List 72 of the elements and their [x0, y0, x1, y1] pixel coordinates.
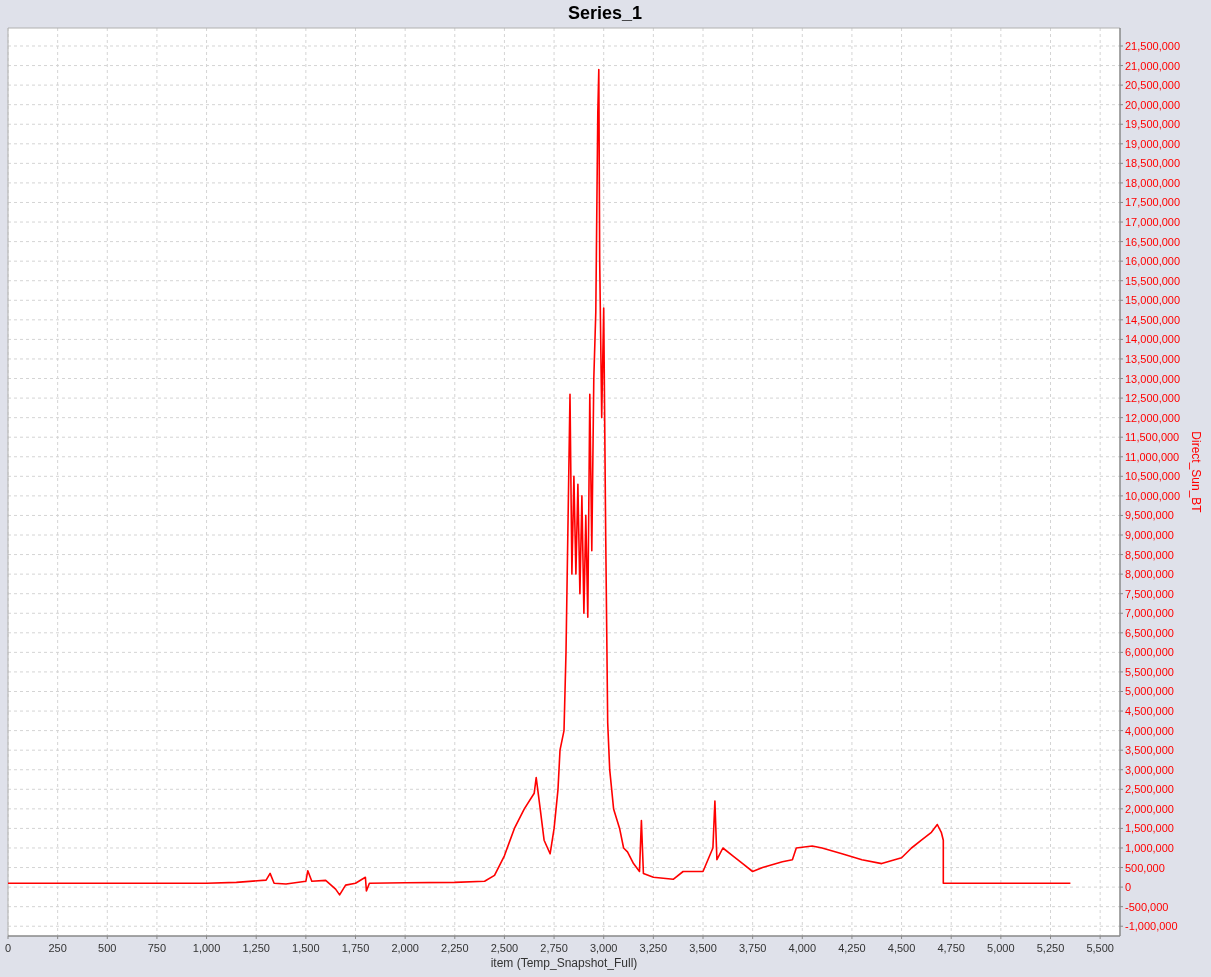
y-tick-label: 18,500,000: [1125, 157, 1181, 170]
y-tick-label: 4,500,000: [1125, 705, 1174, 718]
x-tick-label: 5,000: [987, 942, 1015, 954]
y-tick-label: 0: [1125, 881, 1132, 894]
y-tick-label: 2,000,000: [1125, 802, 1174, 815]
y-tick-label: 8,500,000: [1125, 548, 1174, 561]
x-tick-label: 4,250: [838, 942, 866, 954]
y-tick-label: 21,000,000: [1125, 59, 1181, 72]
y-tick-label: 7,000,000: [1125, 607, 1174, 620]
x-tick-label: 3,500: [689, 942, 717, 954]
y-tick-label: 500,000: [1125, 861, 1165, 874]
x-tick-label: 1,250: [242, 942, 270, 954]
x-axis-title: item (Temp_Snapshot_Full): [490, 956, 638, 970]
x-tick-label: 5,500: [1086, 942, 1114, 954]
y-tick-label: 3,000,000: [1125, 763, 1174, 776]
y-tick-label: 17,000,000: [1125, 216, 1181, 229]
y-tick-label: 19,000,000: [1125, 137, 1181, 150]
y-tick-label: 10,500,000: [1125, 470, 1181, 483]
x-tick-label: 1,500: [292, 942, 320, 954]
y-tick-label: 13,000,000: [1125, 372, 1181, 385]
y-tick-label: 16,000,000: [1125, 255, 1181, 268]
x-tick-label: 5,250: [1036, 942, 1065, 954]
x-tick-label: 2,500: [490, 942, 519, 954]
x-tick-label: 4,000: [788, 942, 817, 954]
y-tick-label: 9,500,000: [1125, 509, 1174, 522]
y-tick-label: 1,500,000: [1125, 822, 1174, 835]
x-tick-label: 3,750: [738, 942, 767, 954]
y-tick-label: 8,000,000: [1125, 568, 1174, 581]
y-tick-label: 17,500,000: [1125, 196, 1181, 209]
x-tick-label: 3,000: [589, 942, 618, 954]
x-tick-label: 4,750: [937, 942, 965, 954]
y-tick-label: 12,500,000: [1125, 392, 1181, 405]
y-tick-label: 9,000,000: [1125, 529, 1174, 541]
x-tick-label: 2,000: [391, 942, 419, 954]
y-tick-label: 1,000,000: [1125, 842, 1174, 854]
y-tick-label: 14,000,000: [1125, 333, 1181, 346]
y-tick-label: 13,500,000: [1125, 352, 1181, 365]
y-tick-label: 15,500,000: [1125, 274, 1181, 287]
y-tick-label: 16,500,000: [1125, 235, 1181, 248]
y-tick-label: 20,000,000: [1125, 98, 1181, 111]
y-tick-label: 19,500,000: [1125, 118, 1181, 131]
y-tick-label: 4,000,000: [1125, 724, 1174, 737]
y-tick-label: -1,000,000: [1125, 920, 1178, 933]
x-tick-label: 250: [48, 942, 67, 954]
y-tick-label: 2,500,000: [1125, 783, 1174, 796]
x-tick-label: 2,250: [441, 942, 469, 954]
chart-title: Series_1: [567, 3, 643, 23]
y-tick-label: 20,500,000: [1125, 79, 1181, 92]
y-tick-label: 18,000,000: [1125, 176, 1181, 189]
y-tick-label: 10,000,000: [1125, 489, 1181, 502]
y-tick-label: 6,500,000: [1125, 626, 1174, 639]
x-tick-label: 4,500: [887, 942, 916, 954]
y-tick-label: 3,500,000: [1125, 744, 1174, 757]
y-tick-label: 5,000,000: [1125, 685, 1174, 698]
x-tick-label: 1,750: [341, 942, 370, 954]
x-tick-label: 1,000: [192, 942, 221, 954]
y-tick-label: 21,500,000: [1125, 40, 1181, 52]
y-tick-label: 12,000,000: [1125, 411, 1181, 424]
y-axis-title: Direct_Sun_BT: [1189, 431, 1203, 513]
y-tick-label: -500,000: [1125, 900, 1169, 913]
x-tick-label: 0: [4, 942, 12, 954]
y-tick-label: 5,500,000: [1125, 665, 1174, 678]
y-tick-label: 6,000,000: [1125, 646, 1174, 659]
x-tick-label: 2,750: [540, 942, 568, 954]
x-tick-label: 750: [147, 942, 167, 954]
y-tick-label: 14,500,000: [1125, 313, 1181, 326]
x-tick-label: 3,250: [639, 942, 668, 954]
x-tick-label: 500: [98, 942, 117, 954]
y-tick-label: 11,000,000: [1125, 450, 1180, 463]
y-tick-label: 7,500,000: [1125, 587, 1174, 600]
y-tick-label: 11,500,000: [1125, 431, 1180, 444]
y-tick-label: 15,000,000: [1125, 294, 1181, 307]
